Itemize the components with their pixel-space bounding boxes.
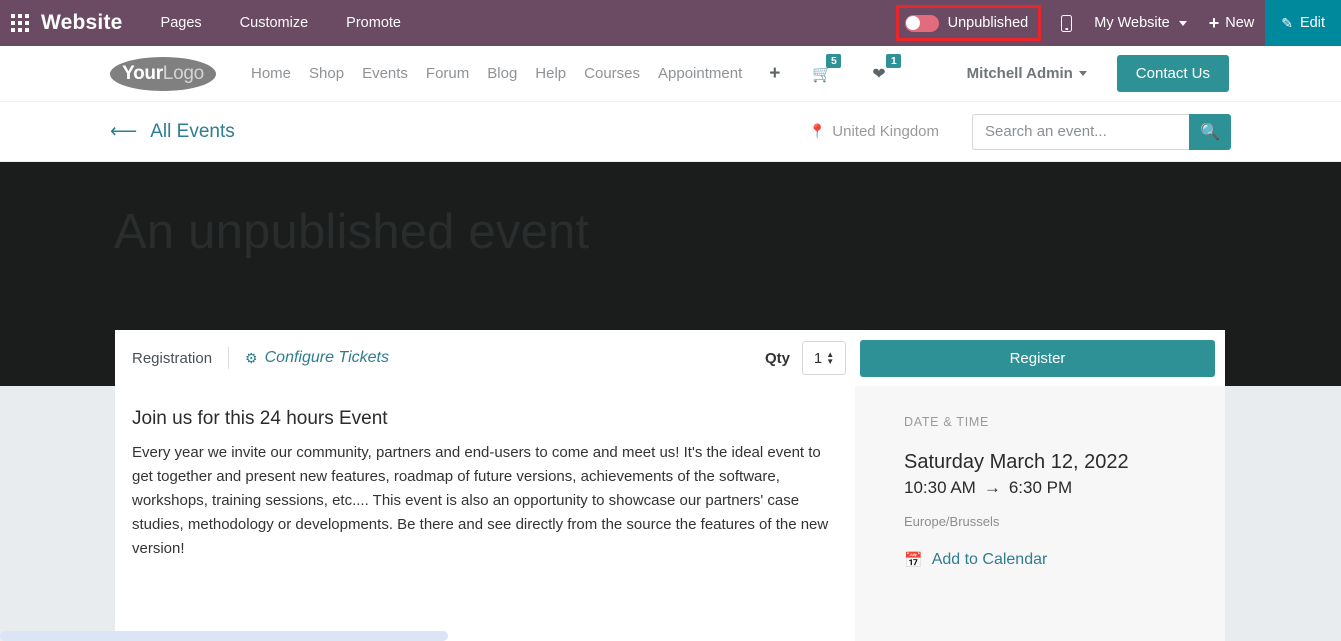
event-date: Saturday March 12, 2022 <box>904 451 1129 473</box>
cart-count-badge: 5 <box>826 53 842 68</box>
arrow-left-icon: ⟵ <box>110 121 138 142</box>
search-icon: 🔍 <box>1200 123 1220 141</box>
menu-promote[interactable]: Promote <box>346 15 401 31</box>
nav-link-shop[interactable]: Shop <box>300 65 353 82</box>
gear-icon: ⚙ <box>245 349 258 366</box>
map-pin-icon: 📍 <box>808 123 827 139</box>
configure-tickets-link[interactable]: ⚙ Configure Tickets <box>245 349 389 367</box>
heart-icon: ❤ <box>872 65 886 83</box>
mobile-preview-button[interactable] <box>1050 0 1083 46</box>
spinner-arrows-icon[interactable]: ▲ ▼ <box>826 350 834 365</box>
date-time-section-title: DATE & TIME <box>904 415 990 429</box>
search-button[interactable]: 🔍 <box>1189 113 1231 150</box>
event-timezone: Europe/Brussels <box>904 514 1000 529</box>
page-title: An unpublished event <box>114 205 590 259</box>
quantity-stepper[interactable]: 1 ▲ ▼ <box>802 341 846 375</box>
description-heading: Join us for this 24 hours Event <box>132 408 388 429</box>
nav-link-forum[interactable]: Forum <box>417 65 478 82</box>
nav-link-appointment[interactable]: Appointment <box>649 65 751 82</box>
scrollbar-thumb[interactable] <box>0 631 448 641</box>
event-time-end: 6:30 PM <box>1008 478 1073 497</box>
event-card-columns: Join us for this 24 hours Event Every ye… <box>115 386 1225 641</box>
all-events-label: All Events <box>150 120 235 142</box>
new-button-label: New <box>1225 15 1255 31</box>
pencil-icon: ✎ <box>1281 14 1293 31</box>
event-details-sidebar: DATE & TIME Saturday March 12, 2022 10:3… <box>855 386 1225 641</box>
description-paragraph: Every year we invite our community, part… <box>132 444 829 557</box>
add-to-calendar-link[interactable]: 📅 Add to Calendar <box>904 551 1225 569</box>
wishlist-count-badge: 1 <box>886 53 902 68</box>
toggle-knob <box>906 16 921 30</box>
logo-text-your: Your <box>122 62 163 84</box>
cart-button[interactable]: 🛒 5 <box>812 53 842 84</box>
apps-grid-icon[interactable] <box>11 14 29 32</box>
site-logo[interactable]: Your Logo <box>110 56 216 91</box>
website-selector-label: My Website <box>1094 15 1170 31</box>
app-brand-website[interactable]: Website <box>41 11 123 35</box>
horizontal-scrollbar[interactable] <box>0 630 1341 641</box>
website-selector[interactable]: My Website <box>1083 0 1197 46</box>
contact-us-button[interactable]: Contact Us <box>1116 55 1229 92</box>
event-time-range: 10:30 AM → 6:30 PM <box>904 478 1225 498</box>
add-menu-item-icon[interactable]: + <box>751 63 792 85</box>
wishlist-button[interactable]: ❤ 1 <box>872 53 902 84</box>
all-events-back-link[interactable]: ⟵ All Events <box>110 121 235 143</box>
shopping-cart-icon: 🛒 <box>812 65 833 83</box>
publish-toggle-switch[interactable] <box>904 14 939 32</box>
mobile-preview-icon <box>1061 14 1073 32</box>
site-nav-links: Home Shop Events Forum Blog Help Courses… <box>242 53 902 85</box>
edit-button-label: Edit <box>1300 15 1325 31</box>
configure-tickets-label: Configure Tickets <box>264 349 389 366</box>
user-menu-label: Mitchell Admin <box>966 65 1073 82</box>
publish-status-label: Unpublished <box>947 15 1029 31</box>
odoo-top-bar: Website Pages Customize Promote Unpublis… <box>0 0 1341 46</box>
location-label: United Kingdom <box>832 123 939 140</box>
event-card: Registration ⚙ Configure Tickets Qty 1 ▲… <box>115 330 1225 641</box>
menu-pages[interactable]: Pages <box>161 15 202 31</box>
divider <box>228 347 230 369</box>
user-menu[interactable]: Mitchell Admin <box>967 65 1087 82</box>
chevron-down-icon <box>1078 71 1087 76</box>
event-search-group: 🔍 <box>972 113 1231 150</box>
website-navbar: Your Logo Home Shop Events Forum Blog Hel… <box>0 46 1341 102</box>
event-time-start: 10:30 AM <box>904 478 976 497</box>
nav-link-blog[interactable]: Blog <box>478 65 526 82</box>
nav-link-home[interactable]: Home <box>242 65 300 82</box>
event-description-column: Join us for this 24 hours Event Every ye… <box>115 386 855 641</box>
nav-link-help[interactable]: Help <box>526 65 575 82</box>
nav-link-courses[interactable]: Courses <box>575 65 649 82</box>
nav-link-events[interactable]: Events <box>353 65 417 82</box>
logo-text-logo: Logo <box>162 62 204 84</box>
menu-customize[interactable]: Customize <box>240 15 309 31</box>
search-input[interactable] <box>972 113 1189 150</box>
qty-label: Qty <box>764 349 790 367</box>
systray: Unpublished My Website + New ✎ Edit <box>895 0 1341 46</box>
register-button[interactable]: Register <box>860 339 1215 377</box>
plus-icon: + <box>1208 13 1220 33</box>
chevron-down-icon <box>1178 20 1187 26</box>
location-filter[interactable]: 📍 United Kingdom <box>809 123 939 140</box>
calendar-icon: 📅 <box>904 552 923 569</box>
edit-button[interactable]: ✎ Edit <box>1265 0 1341 46</box>
registration-bar: Registration ⚙ Configure Tickets Qty 1 ▲… <box>115 330 1225 386</box>
registration-label: Registration <box>132 349 213 367</box>
publish-toggle-highlight: Unpublished <box>895 5 1042 41</box>
quantity-value: 1 <box>813 349 823 367</box>
event-sub-bar: ⟵ All Events 📍 United Kingdom 🔍 <box>0 102 1341 162</box>
new-button[interactable]: + New <box>1198 0 1266 46</box>
add-to-calendar-label: Add to Calendar <box>931 551 1048 568</box>
arrow-right-icon: → <box>983 478 1001 497</box>
